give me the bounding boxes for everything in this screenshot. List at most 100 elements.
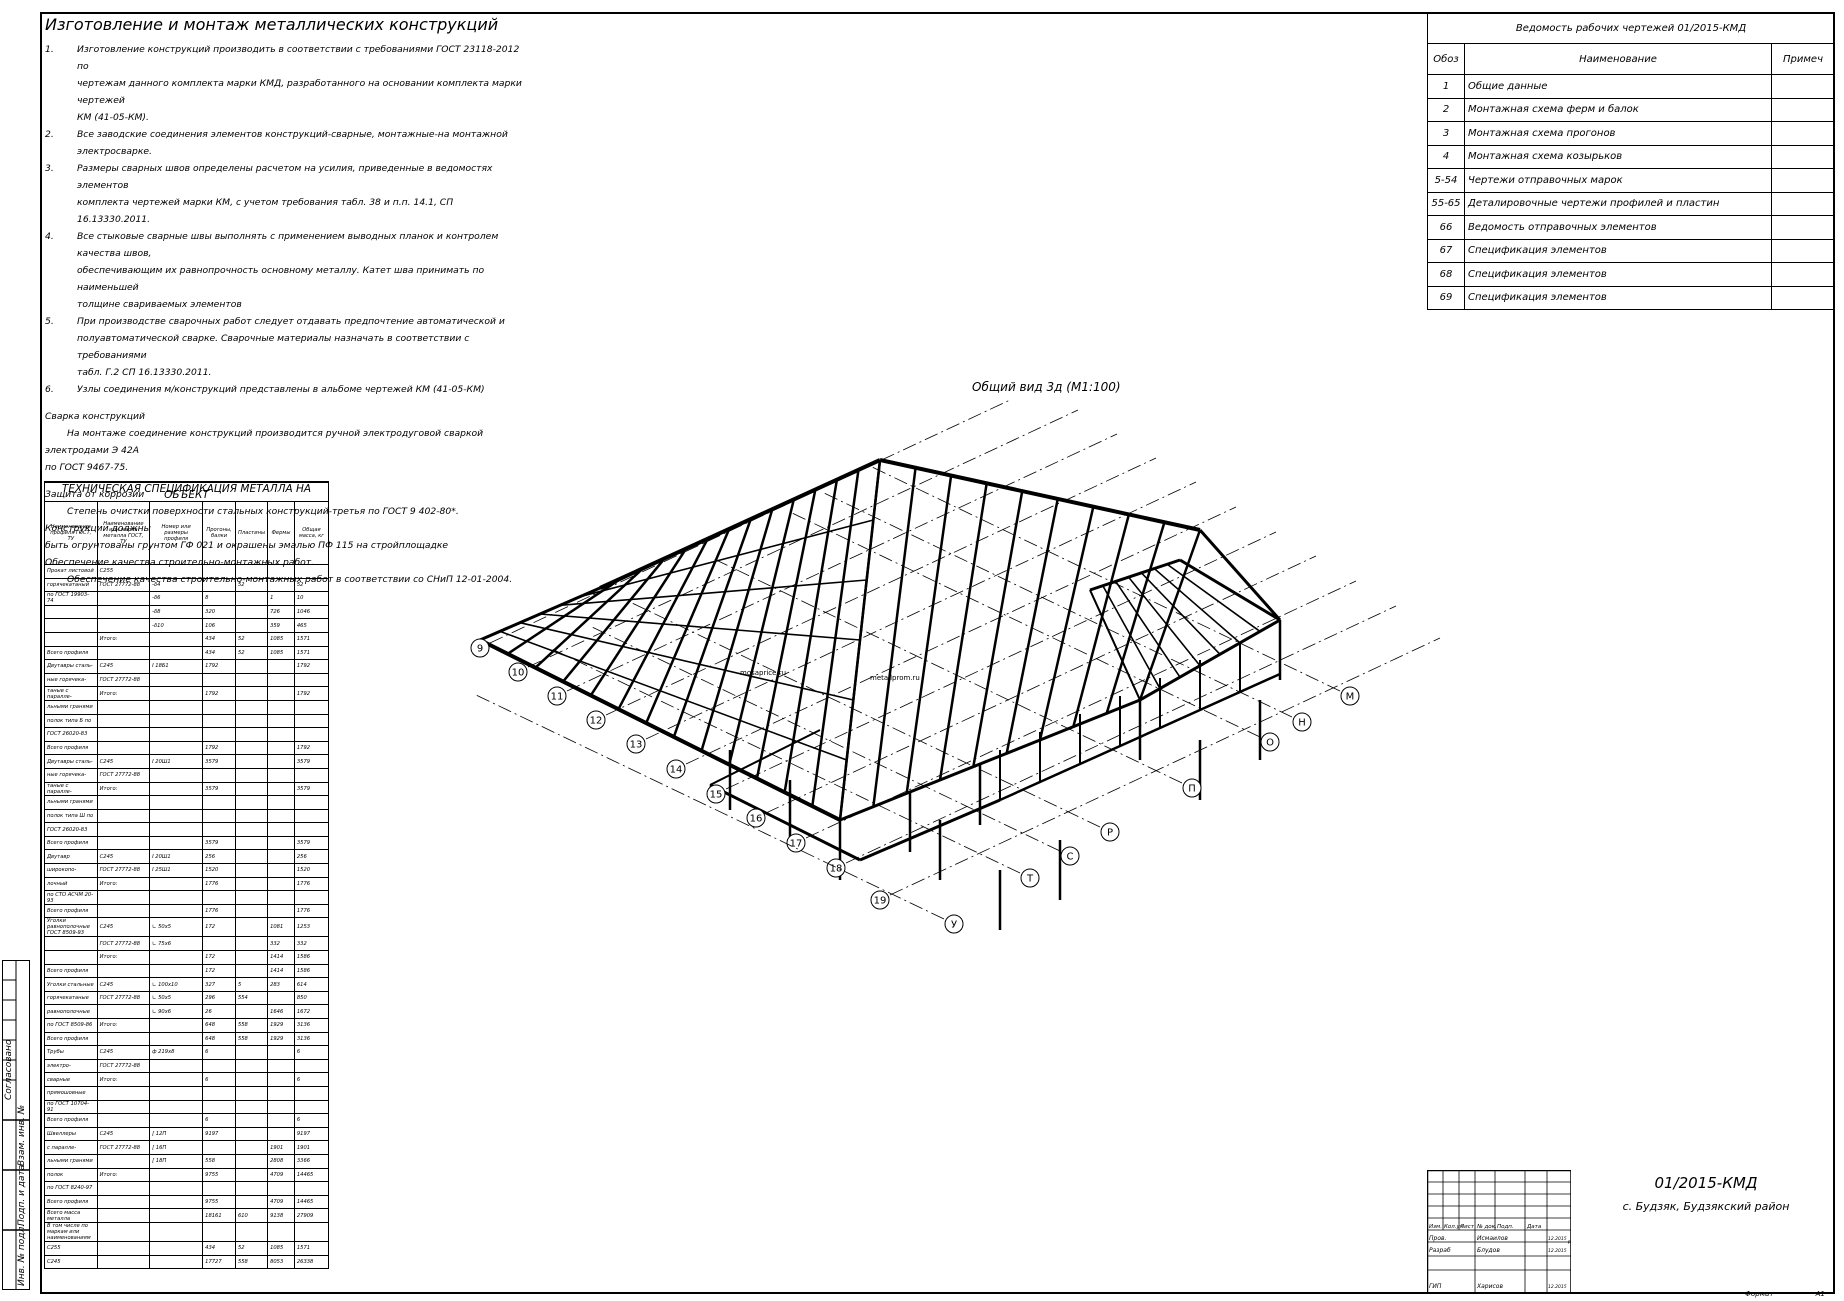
spec-cell: 1792 (202, 659, 236, 674)
spec-cell (96, 618, 151, 633)
spec-cell: 320 (202, 604, 236, 620)
spec-cell: Всего профиля (44, 1031, 98, 1047)
note-item: 1. Изготовление конструкций производить в… (45, 41, 525, 126)
spec-cell (149, 1099, 204, 1115)
spec-cell (267, 822, 295, 837)
spec-cell: 332 (293, 936, 330, 952)
note-line: Все стыковые сварные швы выполнять с при… (77, 231, 499, 259)
spec-cell: 6 (293, 1045, 330, 1060)
spec-row: Всего масса металла 18161 610 9138 27909 (44, 1208, 330, 1223)
sheet-num: 66 (1427, 215, 1465, 240)
spec-row: по ГОСТ 19903-74 -δ6 8 1 10 (44, 591, 330, 606)
spec-cell: электро- (44, 1058, 98, 1074)
axis-number-label: 12 (590, 716, 603, 727)
spec-cell: 3579 (202, 781, 236, 797)
spec-cell: [ 12П (149, 1126, 204, 1142)
spec-cell (234, 564, 269, 579)
side-sign-date: Подп. и дата (17, 1164, 27, 1226)
spec-cell: 5 (234, 977, 269, 992)
spec-cell: по ГОСТ 10704-91 (44, 1099, 98, 1115)
spec-cell: ные горячека- (44, 672, 98, 688)
spec-cell (96, 1208, 151, 1223)
spec-row: Итого: 434 52 1085 1571 (44, 631, 330, 647)
spec-cell (96, 1085, 151, 1101)
stamp-text: Блудов (1477, 1247, 1500, 1254)
spec-cell (202, 727, 236, 742)
spec-cell: Всего профиля (44, 1194, 98, 1210)
spec-cell: С245 (96, 1045, 151, 1060)
spec-cell: -δ8 (149, 604, 204, 620)
stamp-text: 12.2015 (1548, 1284, 1567, 1290)
spec-cell: С245 (96, 849, 151, 865)
sheet-num: 67 (1427, 238, 1465, 263)
spec-cell: 1929 (267, 1031, 295, 1047)
side-strip: Согласовано Взам. инв. № Подп. и дата Ин… (2, 960, 30, 1290)
spec-cell: 3579 (293, 835, 330, 851)
notes-title: Изготовление и монтаж металлических конс… (45, 15, 499, 34)
spec-cell: полок типа Б по (44, 713, 98, 729)
grid-axes: 910111213141516171819МНОПРСТУ (470, 400, 1441, 934)
spec-cell (293, 1181, 330, 1196)
spec-cell (149, 672, 204, 688)
spec-cell: 172 (202, 950, 236, 965)
spec-cell (234, 1085, 269, 1101)
spec-cell (234, 835, 269, 851)
spec-cell (96, 963, 151, 979)
sheet-note (1771, 144, 1835, 169)
spec-cell: 648 (202, 1018, 236, 1033)
spec-cell (202, 1085, 236, 1101)
spec-cell: 1081 (267, 917, 295, 938)
spec-row: -δ10 106 359 465 (44, 618, 330, 633)
spec-cell (202, 936, 236, 952)
spec-cell: 1414 (267, 963, 295, 979)
sheet-num: 4 (1427, 144, 1465, 169)
sheet-name: Спецификация элементов (1464, 262, 1772, 287)
spec-header-cell: Пластины (234, 501, 269, 565)
spec-cell (293, 822, 330, 837)
spec-cell: I 20Ш1 (149, 754, 204, 769)
format-label: Формат А1 (1745, 1290, 1825, 1298)
spec-row: ные горячека- ГОСТ 27772-88 (44, 672, 330, 688)
spec-cell (234, 686, 269, 701)
axis-letter-label: П (1188, 784, 1196, 795)
spec-cell (234, 936, 269, 952)
spec-cell: 558 (202, 1153, 236, 1169)
sheet-row: 67 Спецификация элементов (1427, 238, 1835, 263)
spec-cell (149, 950, 204, 965)
note-line: чертежам данного комплекта марки КМД, ра… (77, 78, 522, 106)
spec-cell (234, 1126, 269, 1142)
spec-cell (202, 713, 236, 729)
axis-number-label: 10 (512, 668, 525, 679)
spec-header-cell: Общая масса, кг (293, 501, 330, 565)
spec-header-cell: Наименование или марка металла ГОСТ, ТУ (96, 501, 151, 565)
spec-cell: прямошовные (44, 1085, 98, 1101)
spec-row: ГОСТ 27772-88 ∟ 75х6 332 332 (44, 936, 330, 952)
spec-cell: Итого: (96, 876, 151, 892)
spec-cell (293, 890, 330, 905)
note-item: 5. При производстве сварочных работ следу… (45, 313, 525, 381)
sheet-num: 55-65 (1427, 191, 1465, 216)
spec-cell: ГОСТ 27772-88 (96, 577, 151, 593)
spec-cell (44, 936, 98, 952)
spec-cell: 1776 (202, 903, 236, 919)
spec-cell (267, 1099, 295, 1115)
spec-cell: 3579 (293, 754, 330, 769)
spec-cell (267, 890, 295, 905)
spec-cell (202, 577, 236, 593)
spec-cell (234, 795, 269, 810)
spec-cell: 359 (267, 618, 295, 633)
spec-cell (44, 618, 98, 633)
side-inv-orig: Инв. № подл. (17, 1223, 27, 1286)
spec-cell (234, 1181, 269, 1196)
stamp-text: ГИП (1429, 1283, 1442, 1290)
spec-cell: 1085 (267, 631, 295, 647)
sheet-note (1771, 285, 1835, 310)
sheet-name: Чертежи отправочных марок (1464, 168, 1772, 193)
spec-cell: 1901 (267, 1140, 295, 1155)
spec-cell (96, 1194, 151, 1210)
spec-row: Итого: 172 1414 1586 (44, 950, 330, 965)
note-line: табл. Г.2 СП 16.13330.2011. (77, 367, 212, 378)
spec-cell (267, 740, 295, 756)
spec-cell: 1646 (267, 1004, 295, 1019)
spec-cell (149, 699, 204, 715)
